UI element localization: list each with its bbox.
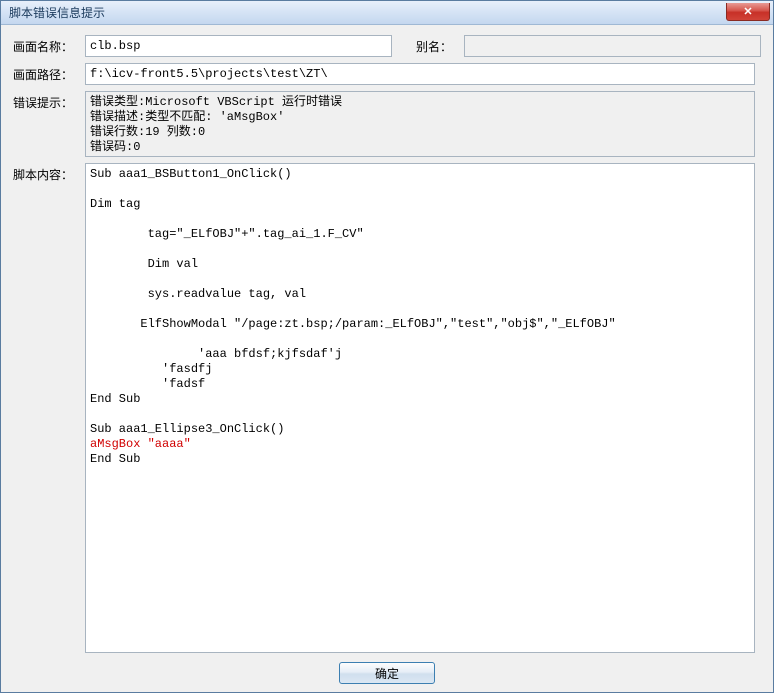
label-screen-name: 画面名称： <box>13 35 79 55</box>
script-line <box>90 332 750 347</box>
script-line: 'fadsf <box>90 377 750 392</box>
script-line: 'aaa bfdsf;kjfsdaf'j <box>90 347 750 362</box>
ok-button[interactable]: 确定 <box>339 662 435 684</box>
error-line: 错误行数:19 列数:0 <box>90 125 750 140</box>
ok-button-label: 确定 <box>375 665 399 682</box>
row-screen-path: 画面路径： <box>13 63 761 85</box>
dialog-window: 脚本错误信息提示 ✕ 画面名称： 别名： 画面路径： 错误提示： 错误类型:Mi… <box>0 0 774 693</box>
screen-name-input[interactable] <box>85 35 392 57</box>
script-line: aMsgBox "aaaa" <box>90 437 750 452</box>
script-line <box>90 212 750 227</box>
alias-input[interactable] <box>464 35 761 57</box>
script-textarea[interactable]: Sub aaa1_BSButton1_OnClick() Dim tag tag… <box>85 163 755 653</box>
dialog-footer: 确定 <box>1 659 773 692</box>
script-line <box>90 182 750 197</box>
close-button[interactable]: ✕ <box>726 3 770 21</box>
script-line <box>90 407 750 422</box>
titlebar[interactable]: 脚本错误信息提示 ✕ <box>1 1 773 25</box>
script-line <box>90 272 750 287</box>
row-script-content: 脚本内容： Sub aaa1_BSButton1_OnClick() Dim t… <box>13 163 761 653</box>
error-line: 错误描述:类型不匹配: 'aMsgBox' <box>90 110 750 125</box>
error-line: 错误类型:Microsoft VBScript 运行时错误 <box>90 95 750 110</box>
script-line: tag="_ELfOBJ"+".tag_ai_1.F_CV" <box>90 227 750 242</box>
script-line: Sub aaa1_Ellipse3_OnClick() <box>90 422 750 437</box>
script-line: End Sub <box>90 452 750 467</box>
label-screen-path: 画面路径： <box>13 63 79 83</box>
script-line <box>90 242 750 257</box>
dialog-content: 画面名称： 别名： 画面路径： 错误提示： 错误类型:Microsoft VBS… <box>1 25 773 659</box>
script-line: 'fasdfj <box>90 362 750 377</box>
script-line: sys.readvalue tag, val <box>90 287 750 302</box>
script-line: Sub aaa1_BSButton1_OnClick() <box>90 167 750 182</box>
label-script-content: 脚本内容： <box>13 163 79 183</box>
error-line: 错误码:0 <box>90 140 750 155</box>
row-error-hint: 错误提示： 错误类型:Microsoft VBScript 运行时错误错误描述:… <box>13 91 761 157</box>
close-icon: ✕ <box>743 5 752 18</box>
label-alias: 别名： <box>416 35 458 55</box>
screen-path-input[interactable] <box>85 63 755 85</box>
row-screen-name: 画面名称： 别名： <box>13 35 761 57</box>
error-textarea[interactable]: 错误类型:Microsoft VBScript 运行时错误错误描述:类型不匹配:… <box>85 91 755 157</box>
script-line <box>90 302 750 317</box>
label-error-hint: 错误提示： <box>13 91 79 111</box>
script-line: Dim val <box>90 257 750 272</box>
script-line: Dim tag <box>90 197 750 212</box>
script-line: End Sub <box>90 392 750 407</box>
script-line: ElfShowModal "/page:zt.bsp;/param:_ELfOB… <box>90 317 750 332</box>
window-title: 脚本错误信息提示 <box>9 4 105 21</box>
